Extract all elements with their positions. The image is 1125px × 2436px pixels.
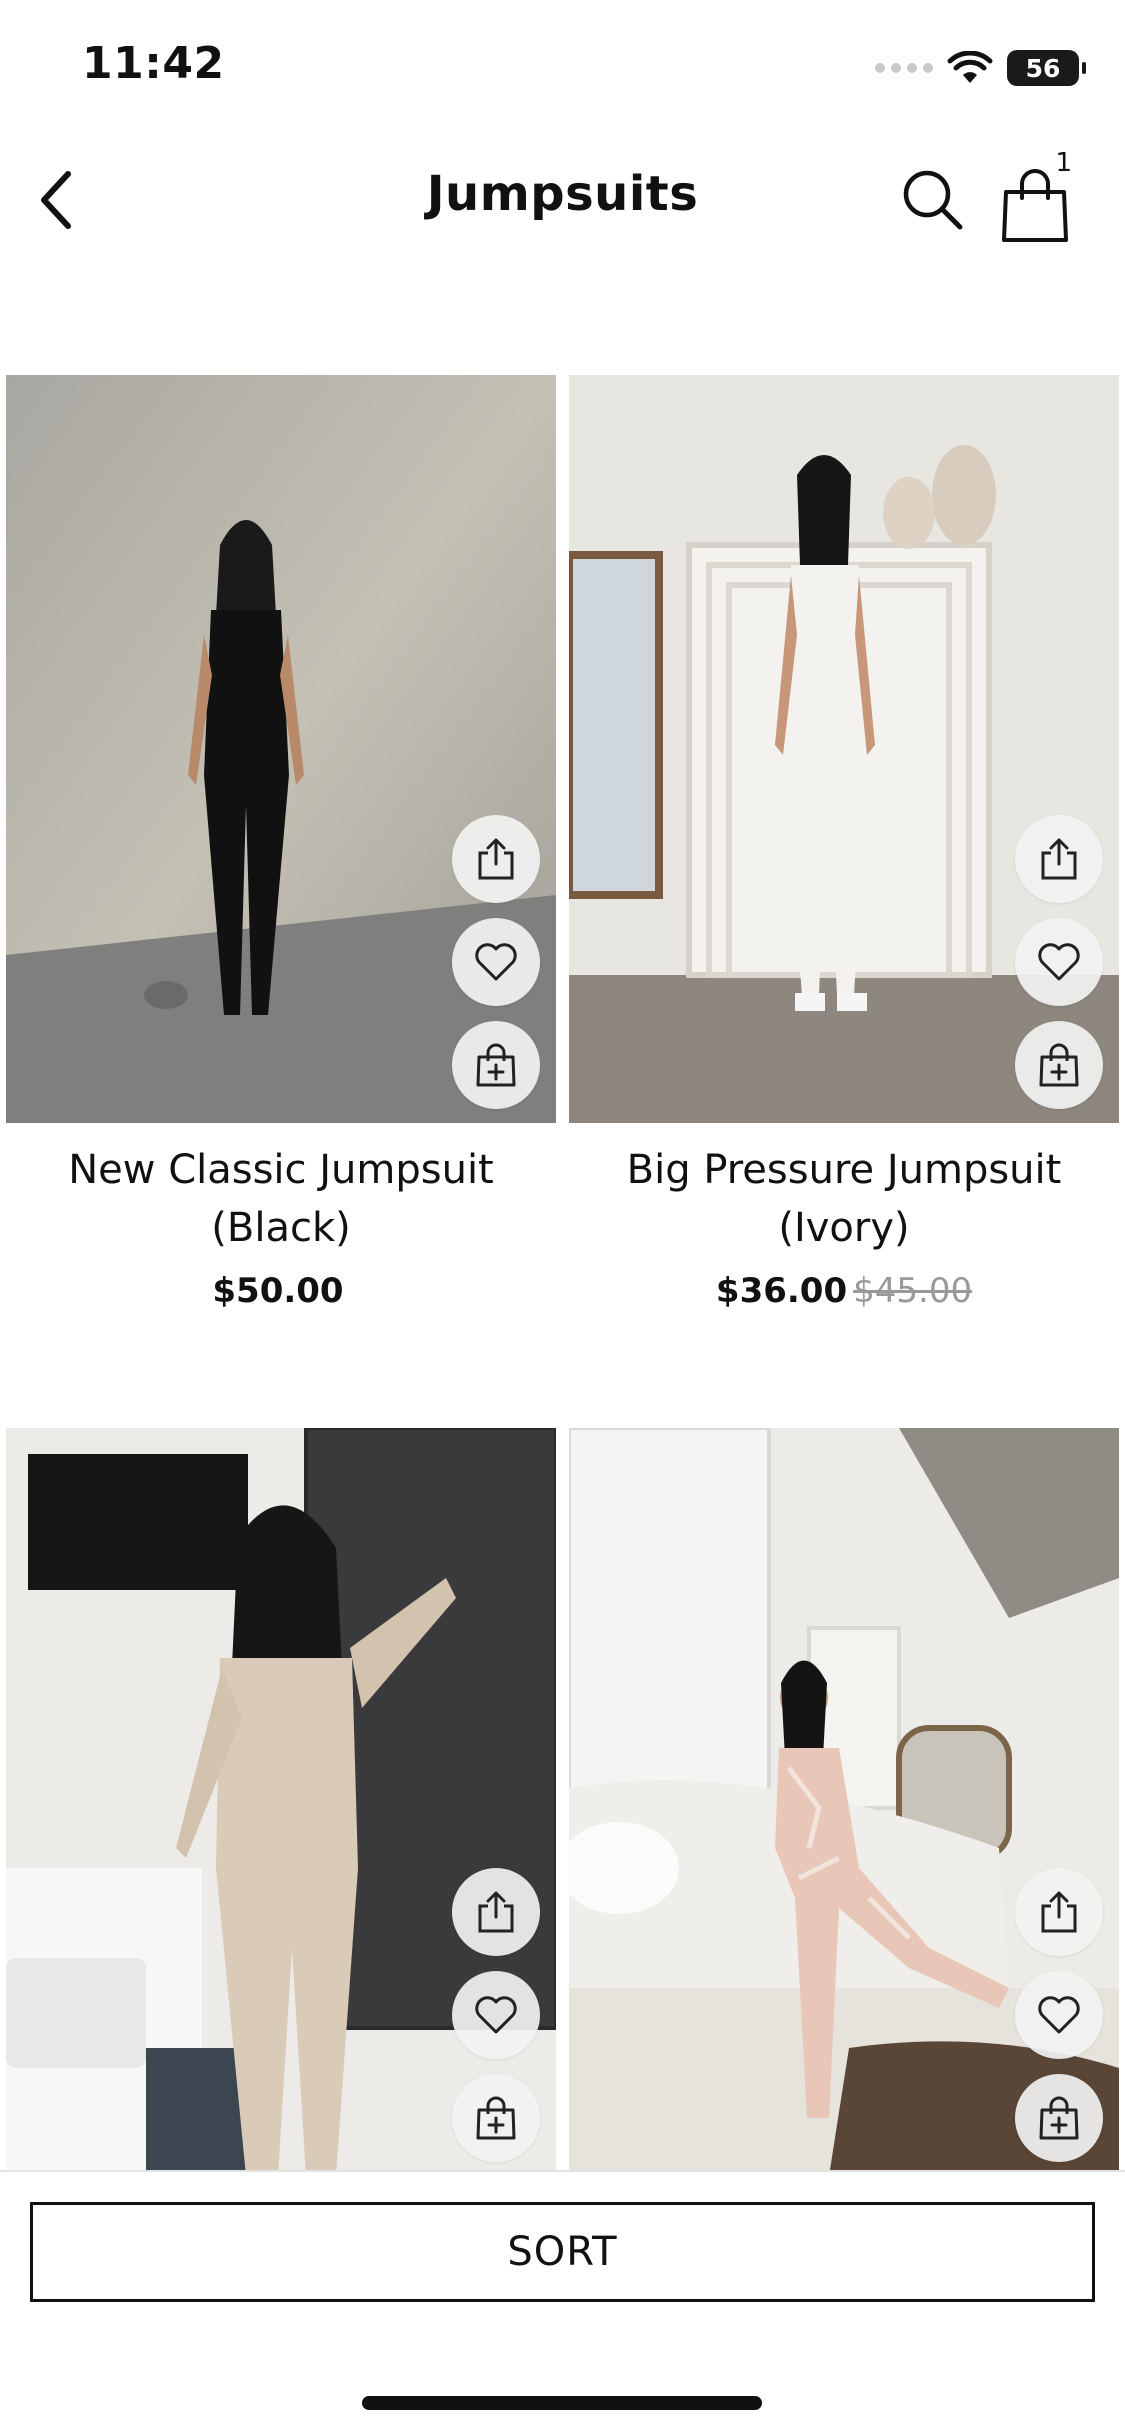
wifi-icon (947, 51, 993, 83)
product-card[interactable] (569, 1428, 1119, 2176)
battery-icon: 56 (1007, 50, 1086, 86)
product-photo (6, 1428, 556, 2176)
heart-icon (475, 1996, 517, 2034)
add-to-bag-icon (476, 2096, 516, 2140)
signal-dots-icon (875, 63, 933, 73)
product-list-screen: 11:42 56 Jumpsuits 1 New Classic Jumpsui… (0, 0, 1125, 2436)
share-icon (1041, 1891, 1077, 1933)
add-to-bag-icon (1039, 1043, 1079, 1087)
product-image[interactable] (6, 1428, 556, 2176)
product-photo (569, 1428, 1119, 2176)
share-icon (1041, 838, 1077, 880)
add-to-bag-button[interactable] (1015, 1021, 1103, 1109)
product-price: $50.00 (212, 1271, 344, 1311)
add-to-bag-button[interactable] (452, 1021, 540, 1109)
share-button[interactable] (1015, 1868, 1103, 1956)
status-bar: 11:42 56 (0, 0, 1125, 140)
cart-count: 1 (1055, 148, 1072, 178)
status-time: 11:42 (82, 38, 225, 89)
product-price-row: $36.00 $45.00 (569, 1271, 1119, 1311)
search-icon (903, 170, 963, 230)
battery-level: 56 (1025, 53, 1061, 83)
heart-icon (1038, 943, 1080, 981)
product-card[interactable]: New Classic Jumpsuit (Black) $50.00 (6, 375, 556, 1311)
product-name[interactable]: Big Pressure Jumpsuit (Ivory) (569, 1141, 1119, 1257)
share-button[interactable] (452, 815, 540, 903)
status-icons: 56 (875, 48, 1086, 88)
product-photo (569, 375, 1119, 1123)
heart-icon (1038, 1996, 1080, 2034)
product-image[interactable] (569, 1428, 1119, 2176)
share-icon (478, 838, 514, 880)
share-button[interactable] (1015, 815, 1103, 903)
share-icon (478, 1891, 514, 1933)
cart-button[interactable]: 1 (990, 148, 1080, 244)
product-name[interactable]: New Classic Jumpsuit (Black) (6, 1141, 556, 1257)
favorite-button[interactable] (1015, 918, 1103, 1006)
add-to-bag-icon (476, 1043, 516, 1087)
product-price-row: $50.00 (6, 1271, 556, 1311)
add-to-bag-icon (1039, 2096, 1079, 2140)
search-button[interactable] (893, 160, 973, 240)
favorite-button[interactable] (452, 1971, 540, 2059)
product-price: $36.00 (715, 1271, 848, 1311)
header: Jumpsuits 1 (0, 140, 1125, 260)
product-card[interactable] (6, 1428, 556, 2176)
add-to-bag-button[interactable] (452, 2074, 540, 2162)
heart-icon (475, 943, 517, 981)
favorite-button[interactable] (1015, 1971, 1103, 2059)
shopping-bag-icon (1002, 169, 1068, 242)
add-to-bag-button[interactable] (1015, 2074, 1103, 2162)
product-original-price: $45.00 (853, 1271, 973, 1311)
home-indicator[interactable] (362, 2396, 762, 2410)
product-photo (6, 375, 556, 1123)
product-card[interactable]: Big Pressure Jumpsuit (Ivory) $36.00 $45.… (569, 375, 1119, 1311)
product-image[interactable] (569, 375, 1119, 1123)
favorite-button[interactable] (452, 918, 540, 1006)
product-image[interactable] (6, 375, 556, 1123)
sort-button[interactable]: SORT (30, 2202, 1095, 2302)
sort-bar: SORT (0, 2170, 1125, 2336)
share-button[interactable] (452, 1868, 540, 1956)
